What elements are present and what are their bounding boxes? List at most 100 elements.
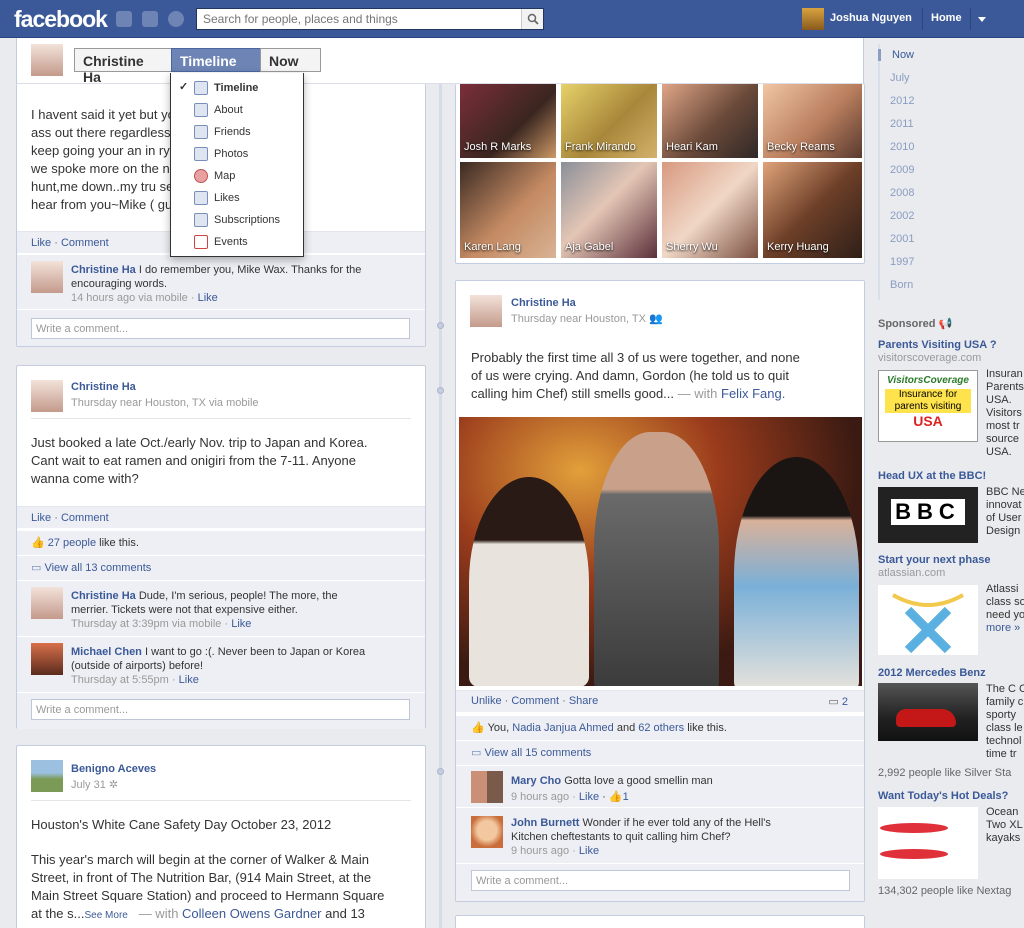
ad-image[interactable]: BBC bbox=[878, 487, 978, 543]
comment-link[interactable]: Comment bbox=[61, 512, 109, 524]
search-button[interactable] bbox=[521, 9, 543, 29]
author-avatar[interactable] bbox=[31, 760, 63, 792]
ad-image[interactable] bbox=[878, 585, 978, 655]
ad-image[interactable] bbox=[878, 807, 978, 879]
comment-author-link[interactable]: Christine Ha bbox=[71, 590, 136, 602]
comment-likes-count[interactable]: 1 bbox=[623, 791, 629, 803]
commenter-avatar[interactable] bbox=[471, 816, 503, 848]
timeline-year[interactable]: 2001 bbox=[878, 233, 928, 245]
comment-input[interactable]: Write a comment... bbox=[471, 870, 850, 891]
facebook-logo[interactable]: facebook bbox=[14, 6, 108, 33]
search-input[interactable] bbox=[197, 9, 517, 29]
timeline-year[interactable]: 1997 bbox=[878, 256, 928, 268]
now-dropdown-button[interactable]: Now bbox=[260, 48, 321, 82]
friend-photo[interactable]: Becky Reams bbox=[763, 84, 862, 158]
menu-item-about[interactable]: About bbox=[171, 99, 303, 121]
ad-image-text: VisitorsCoverage bbox=[887, 375, 969, 386]
user-name-link[interactable]: Joshua Nguyen bbox=[830, 12, 912, 24]
likes-others-link[interactable]: 62 others bbox=[638, 722, 684, 734]
friend-requests-icon[interactable] bbox=[116, 11, 132, 27]
comment-input-row: Write a comment... bbox=[17, 309, 425, 346]
menu-item-events[interactable]: Events bbox=[171, 231, 303, 253]
comment-like-link[interactable]: Like bbox=[179, 674, 199, 686]
timeline-year[interactable]: 2012 bbox=[878, 95, 928, 107]
comment-like-link[interactable]: Like bbox=[579, 791, 599, 803]
ad-image[interactable]: VisitorsCoverage Insurance for parents vi… bbox=[878, 370, 978, 442]
comment-input[interactable]: Write a comment... bbox=[31, 318, 410, 339]
friend-photo[interactable]: Frank Mirando bbox=[561, 84, 657, 158]
ad-image[interactable] bbox=[878, 683, 978, 741]
user-avatar[interactable] bbox=[802, 8, 824, 30]
timeline-year-now[interactable]: Now bbox=[878, 49, 928, 61]
menu-item-photos[interactable]: Photos bbox=[171, 143, 303, 165]
ad-title-link[interactable]: Parents Visiting USA ? bbox=[878, 339, 997, 351]
likes-count-link[interactable]: 27 people bbox=[48, 537, 96, 549]
comment-input[interactable]: Write a comment... bbox=[31, 699, 410, 720]
comment-link[interactable]: Comment bbox=[61, 237, 109, 249]
account-menu-caret-icon[interactable] bbox=[978, 17, 986, 22]
menu-item-map[interactable]: Map bbox=[171, 165, 303, 187]
post-author-link[interactable]: Christine Ha bbox=[71, 381, 136, 393]
ad-more-link[interactable]: more » bbox=[986, 622, 1024, 635]
timeline-year[interactable]: 2010 bbox=[878, 141, 928, 153]
commenter-avatar[interactable] bbox=[31, 643, 63, 675]
friend-photo[interactable]: Josh R Marks bbox=[460, 84, 556, 158]
tagged-friend-link[interactable]: Colleen Owens Gardner bbox=[182, 906, 321, 921]
comment-author-link[interactable]: John Burnett bbox=[511, 817, 579, 829]
thumbs-up-icon: 👍 bbox=[31, 537, 45, 549]
liker-link[interactable]: Nadia Janjua Ahmed bbox=[512, 722, 614, 734]
comment-like-link[interactable]: Like bbox=[231, 618, 251, 630]
timeline-dropdown-button[interactable]: Timeline bbox=[171, 48, 261, 82]
view-all-comments-link[interactable]: View all 13 comments bbox=[44, 562, 151, 574]
ad-title-link[interactable]: Want Today's Hot Deals? bbox=[878, 790, 1008, 802]
comment-like-link[interactable]: Like bbox=[579, 845, 599, 857]
menu-item-subscriptions[interactable]: Subscriptions bbox=[171, 209, 303, 231]
comment-author-link[interactable]: Mary Cho bbox=[511, 775, 561, 787]
friend-photo[interactable]: Kerry Huang bbox=[763, 162, 862, 258]
like-link[interactable]: Like bbox=[31, 512, 51, 524]
comment-author-link[interactable]: Michael Chen bbox=[71, 646, 142, 658]
timeline-year[interactable]: 2009 bbox=[878, 164, 928, 176]
comment-link[interactable]: Comment bbox=[511, 695, 559, 707]
tagged-friend-link[interactable]: Felix Fang. bbox=[721, 386, 785, 401]
profile-name-button[interactable]: Christine Ha bbox=[74, 48, 172, 85]
timeline-year[interactable]: 2002 bbox=[878, 210, 928, 222]
friend-photo[interactable]: Karen Lang bbox=[460, 162, 556, 258]
timeline-year[interactable]: Born bbox=[878, 279, 928, 291]
commenter-avatar[interactable] bbox=[31, 261, 63, 293]
ad-title-link[interactable]: Head UX at the BBC! bbox=[878, 470, 986, 482]
rss-icon bbox=[194, 213, 208, 227]
ad-title-link[interactable]: 2012 Mercedes Benz bbox=[878, 667, 986, 679]
comment-count[interactable]: ▭ 2 bbox=[828, 695, 848, 708]
timeline-year[interactable]: 2011 bbox=[878, 118, 928, 130]
commenter-avatar[interactable] bbox=[471, 771, 503, 803]
friend-photo[interactable]: Sherry Wu bbox=[662, 162, 758, 258]
profile-thumbnail[interactable] bbox=[31, 44, 63, 76]
timeline-year[interactable]: 2008 bbox=[878, 187, 928, 199]
post-photo[interactable] bbox=[459, 417, 862, 686]
timeline-year[interactable]: July bbox=[878, 72, 928, 84]
author-avatar[interactable] bbox=[31, 380, 63, 412]
menu-item-likes[interactable]: Likes bbox=[171, 187, 303, 209]
friend-photo[interactable]: Aja Gabel bbox=[561, 162, 657, 258]
author-avatar[interactable] bbox=[470, 295, 502, 327]
comment-author-link[interactable]: Christine Ha bbox=[71, 264, 136, 276]
unlike-link[interactable]: Unlike bbox=[471, 695, 502, 707]
friend-photo[interactable]: Heari Kam bbox=[662, 84, 758, 158]
post-text-line: Just booked a late Oct./early Nov. trip … bbox=[31, 435, 368, 450]
menu-item-friends[interactable]: Friends bbox=[171, 121, 303, 143]
like-link[interactable]: Like bbox=[31, 237, 51, 249]
post-author-link[interactable]: Benigno Aceves bbox=[71, 763, 156, 775]
share-link[interactable]: Share bbox=[569, 695, 598, 707]
ad-title-link[interactable]: Start your next phase bbox=[878, 554, 990, 566]
notifications-globe-icon[interactable] bbox=[168, 11, 184, 27]
home-link[interactable]: Home bbox=[931, 12, 962, 24]
see-more-link[interactable]: See More bbox=[84, 910, 127, 921]
view-all-comments-link[interactable]: View all 15 comments bbox=[484, 747, 591, 759]
messages-icon[interactable] bbox=[142, 11, 158, 27]
ad-body: The C Cfamily c sporty class le technol time… bbox=[986, 683, 1024, 761]
menu-item-timeline[interactable]: ✓ Timeline bbox=[171, 77, 303, 99]
commenter-avatar[interactable] bbox=[31, 587, 63, 619]
comment-like-link[interactable]: Like bbox=[198, 292, 218, 304]
post-author-link[interactable]: Christine Ha bbox=[511, 297, 576, 309]
